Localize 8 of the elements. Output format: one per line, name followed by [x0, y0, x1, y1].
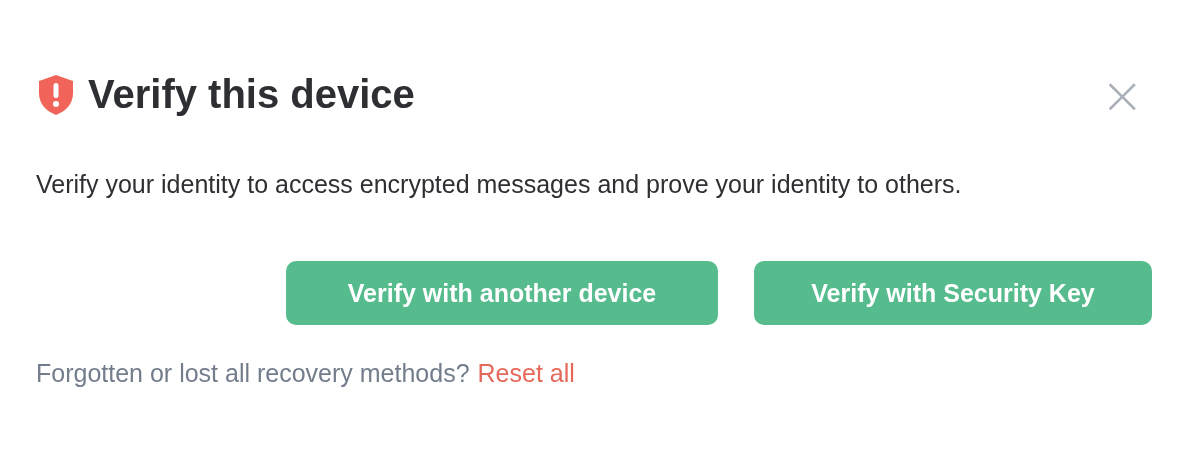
dialog-description: Verify your identity to access encrypted messages and prove your identity to others.	[36, 169, 963, 200]
verify-button[interactable]: Verify with Security Key	[754, 261, 1152, 325]
close-button[interactable]: ×	[1092, 72, 1152, 117]
footer-text: Forgotten or lost all recovery methods?	[36, 359, 470, 388]
reset-all-link[interactable]: Reset all	[477, 359, 575, 388]
shield-warning-icon	[36, 72, 76, 117]
dialog-title: Verify this device	[88, 72, 416, 117]
verify-button[interactable]: Verify with another device	[286, 261, 718, 325]
